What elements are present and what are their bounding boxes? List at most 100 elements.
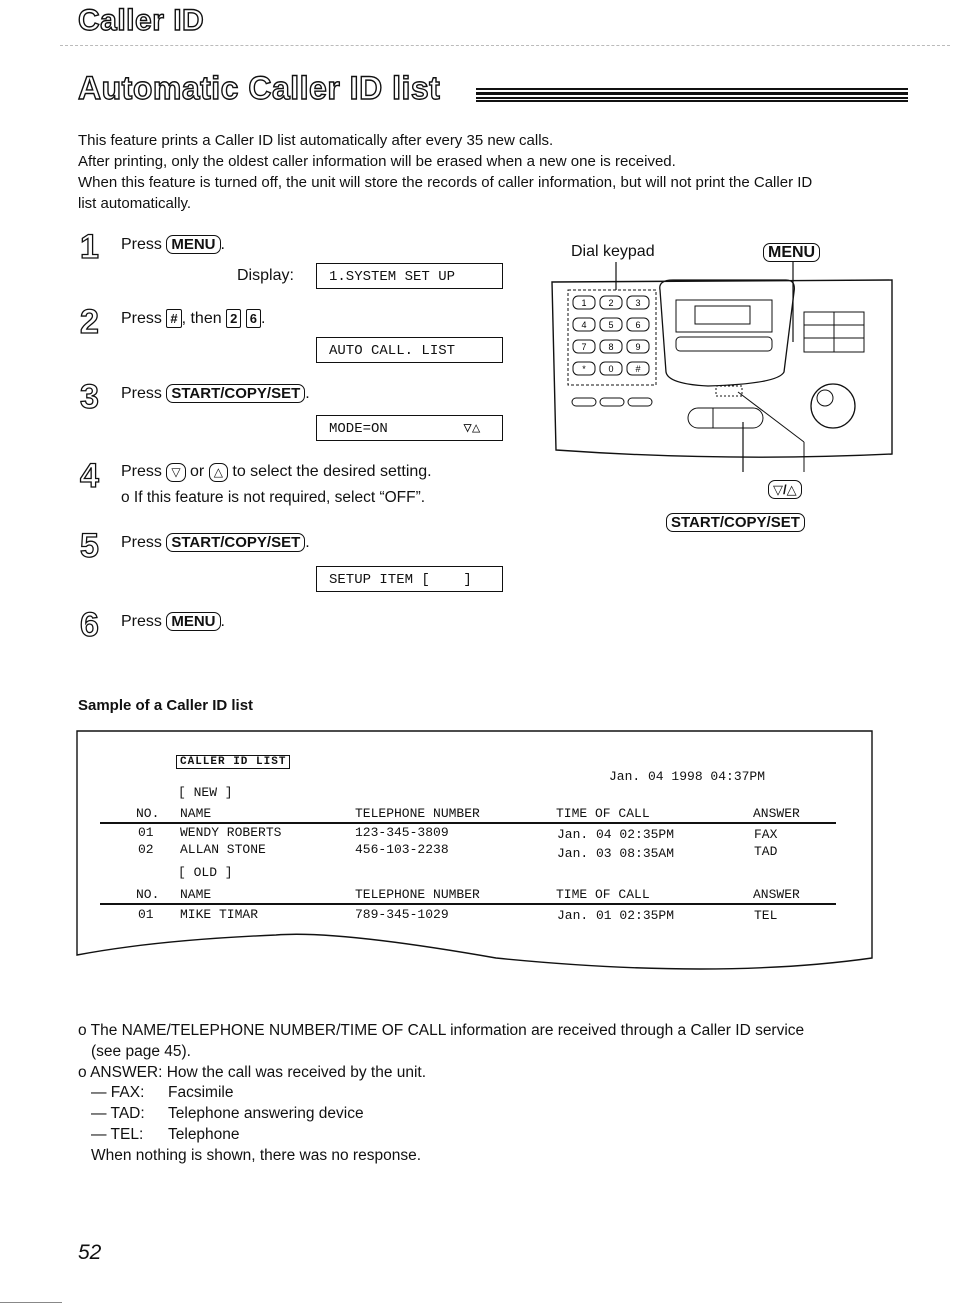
lcd-display: SETUP ITEM [ ] — [316, 566, 503, 592]
answer-code: — TEL: — [91, 1126, 144, 1143]
step-text: . — [305, 534, 310, 551]
dial-keypad-label: Dial keypad — [571, 243, 655, 260]
step-text: to select the desired setting. — [227, 463, 432, 480]
header-rule — [100, 903, 836, 905]
sample-title: Sample of a Caller ID list — [78, 697, 254, 714]
step-text: , then — [181, 310, 227, 327]
note-caller-id-service: o The NAME/TELEPHONE NUMBER/TIME OF CALL… — [78, 1022, 805, 1039]
row-answer: TEL — [754, 908, 778, 923]
col-header-answer: ANSWER — [753, 887, 800, 902]
keypad-key-label: 8 — [608, 342, 613, 352]
step-text: . — [305, 385, 310, 402]
keypad-key-label: 9 — [635, 342, 640, 352]
col-header-no: NO. — [136, 887, 160, 902]
row-no: 01 — [138, 825, 154, 840]
printed-timestamp: Jan. 04 1998 04:37PM — [609, 769, 766, 784]
step-text: Press — [121, 310, 167, 327]
row-name: WENDY ROBERTS — [180, 825, 282, 840]
start-copy-set-key: START/COPY/SET — [166, 384, 306, 403]
footer-rule — [0, 1302, 62, 1303]
keypad-key-label: 3 — [635, 298, 640, 308]
col-header-no: NO. — [136, 806, 160, 821]
answer-code: — FAX: — [91, 1084, 145, 1101]
fax-panel-illustration: 1 2 3 4 5 6 7 8 9 * 0 # — [551, 262, 893, 472]
row-phone: 789-345-1029 — [355, 907, 449, 922]
hash-key: # — [166, 309, 182, 328]
start-copy-set-button — [687, 407, 764, 429]
arrow-buttons — [715, 385, 743, 397]
step-number: 4 — [79, 456, 99, 495]
lcd-display: AUTO CALL. LIST — [316, 337, 503, 363]
step-number: 6 — [79, 605, 99, 644]
step-3-text: Press START/COPY/SET. — [121, 384, 310, 403]
col-header-name: NAME — [180, 806, 212, 821]
function-key — [571, 397, 597, 407]
down-arrow-key-icon: ▽ — [166, 463, 186, 482]
digit-key: 6 — [245, 309, 261, 328]
keypad-key-label: 6 — [635, 320, 640, 330]
header-rule — [100, 822, 836, 824]
volume-dial — [810, 383, 856, 429]
function-buttons — [675, 336, 773, 352]
menu-label: MENU — [763, 243, 821, 262]
new-section-label: [ NEW ] — [178, 785, 233, 800]
caller-id-list-title: CALLER ID LIST — [176, 755, 291, 769]
step-text: Press — [121, 613, 167, 630]
menu-key: MENU — [166, 612, 221, 631]
digit-key: 2 — [226, 309, 242, 328]
step-4-text: Press ▽ or △ to select the desired setti… — [121, 463, 432, 482]
page-heading: Automatic Caller ID list — [77, 69, 441, 106]
answer-code: — TAD: — [91, 1105, 145, 1122]
step-number: 2 — [79, 302, 99, 341]
old-section-label: [ OLD ] — [178, 865, 233, 880]
step-text: or — [185, 463, 209, 480]
step-text: Press — [121, 534, 167, 551]
up-arrow-key-icon: △ — [208, 463, 228, 482]
keypad-key-label: 7 — [581, 342, 586, 352]
note-answer: o ANSWER: How the call was received by t… — [78, 1064, 427, 1081]
step-5-text: Press START/COPY/SET. — [121, 533, 310, 552]
row-answer: TAD — [754, 844, 778, 859]
step-text: Press — [121, 385, 167, 402]
row-time: Jan. 03 08:35AM — [557, 846, 675, 861]
row-answer: FAX — [754, 827, 778, 842]
lcd-display: 1.SYSTEM SET UP — [316, 263, 503, 289]
header-divider — [60, 45, 950, 46]
step-number: 1 — [79, 227, 99, 266]
step-text: Press — [121, 463, 167, 480]
keypad-key-label: 4 — [581, 320, 586, 330]
page-number: 52 — [78, 1241, 102, 1264]
step-number: 5 — [79, 526, 99, 565]
step-text: . — [220, 613, 225, 630]
intro-line: After printing, only the oldest caller i… — [78, 153, 676, 170]
note-no-response: When nothing is shown, there was no resp… — [91, 1147, 421, 1164]
note-see-page: (see page 45). — [91, 1043, 191, 1060]
keypad-key-label: 0 — [608, 364, 613, 374]
dial-keypad: 1 2 3 4 5 6 7 8 9 * 0 # — [571, 295, 653, 407]
row-name: ALLAN STONE — [180, 842, 266, 857]
intro-line: list automatically. — [78, 195, 192, 212]
display-label: Display: — [237, 267, 294, 284]
function-key — [599, 397, 625, 407]
keypad-key-label: 2 — [608, 298, 613, 308]
display-housing — [659, 279, 795, 387]
function-key — [627, 397, 653, 407]
step-6-text: Press MENU. — [121, 612, 225, 631]
step-4-note: o If this feature is not required, selec… — [121, 489, 426, 506]
answer-desc: Facsimile — [168, 1084, 234, 1101]
row-time: Jan. 01 02:35PM — [557, 908, 675, 923]
col-header-name: NAME — [180, 887, 212, 902]
keypad-key-label: * — [582, 364, 586, 374]
col-header-telephone: TELEPHONE NUMBER — [355, 806, 480, 821]
keypad-key-label: 1 — [581, 298, 586, 308]
intro-line: This feature prints a Caller ID list aut… — [78, 132, 554, 149]
col-header-telephone: TELEPHONE NUMBER — [355, 887, 480, 902]
col-header-time: TIME OF CALL — [556, 806, 650, 821]
arrow-keys-label: ▽/△ — [768, 480, 802, 499]
step-2-text: Press #, then 2 6. — [121, 309, 265, 328]
keypad-key-label: # — [635, 364, 640, 374]
panel-outline — [551, 279, 893, 458]
step-1-text: Press MENU. — [121, 235, 225, 254]
step-text: Press — [121, 236, 167, 253]
row-phone: 123-345-3809 — [355, 825, 449, 840]
